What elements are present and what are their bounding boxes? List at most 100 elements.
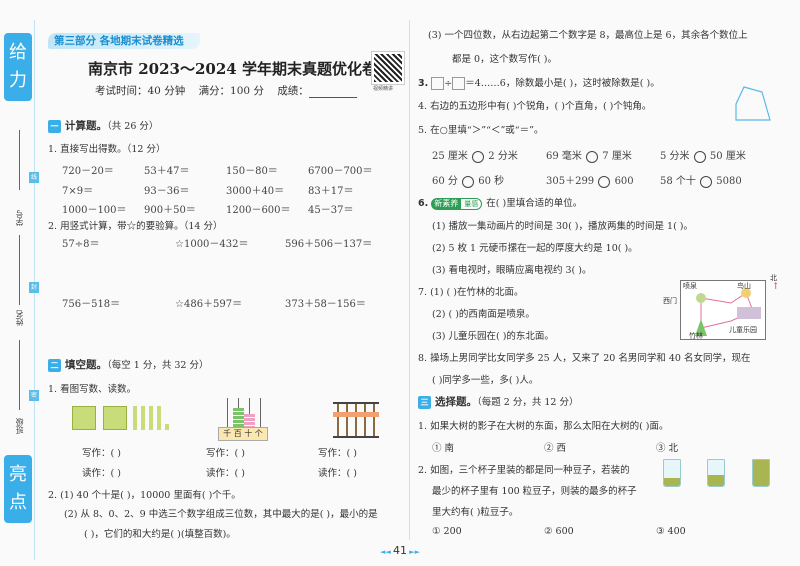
side-tab-top: 给力 [4,33,32,101]
quantity-sense-tag: 量感 [461,198,483,210]
option: ③ 北 [656,443,679,454]
full-score: 满分：100 分 [198,85,264,97]
score-blank [308,88,357,98]
option: ① 南 [432,443,455,454]
question: 都是 0，这个数写作( )。 [452,54,557,65]
section-2-heading: 二填空题。（每空 1 分，共 32 分） [48,357,208,372]
calc-item: 53＋47＝ [144,166,190,177]
calc-item: 7×9＝ [62,185,94,197]
abacus-figure: 千 百 十 个 [218,398,268,441]
question: 里大约有( )粒豆子。 [432,507,519,518]
calc-item: ☆1000－432＝ [175,239,249,250]
chinese-abacus-figure [333,402,379,438]
map-west-gate: 西门 [663,297,677,305]
question: 1. 直接写出得数。（12 分） [48,144,166,155]
question-6: 6. 新素养 量感 在( )里填合适的单位。 [418,198,583,210]
option: ③ 400 [656,526,686,537]
pentagon-figure [735,86,771,121]
question: 2. 如图，三个杯子里装的都是同一种豆子，若装的 [418,465,630,476]
calc-item: 596＋506－137＝ [285,239,373,250]
read-blank: 读作：( ) [318,468,357,479]
cup-full [752,459,770,487]
section-banner: 第三部分 各地期末试卷精选 [48,33,200,49]
cup-small [663,459,681,487]
abacus-place-labels: 千 百 十 个 [218,427,268,441]
literacy-tag: 新素养 [431,198,462,210]
option: ② 600 [544,526,574,537]
question-3: 3. ÷ ＝4……6，除数最小是( )，这时被除数是( )。 [418,77,660,90]
question: (2) ( )的西南面是喷泉。 [432,309,535,320]
compare-circle[interactable] [700,175,713,188]
name-label: 姓名 [15,310,24,326]
page-number: ◄◄ 41 ►► [380,544,420,557]
qr-code[interactable] [371,51,405,85]
option: ② 西 [544,443,567,454]
question: (3) 看电视时，眼睛应离电视约 3( )。 [432,265,592,276]
seal-mark: 封 [29,282,39,293]
question: (1) 播放一集动画片的时间是 30( )，播放两集的时间是 1( )。 [432,221,694,232]
question: (2) 5 枚 1 元硬币摞在一起的厚度大约是 10( )。 [432,243,638,254]
compare-item: 58 个十 5080 [660,175,742,188]
class-label: 班级 [15,418,24,434]
map-bird-hill: 鸟山 [737,282,751,290]
blank-line [19,340,20,410]
base-ten-blocks-figure [72,406,169,433]
compare-circle[interactable] [693,150,706,163]
write-blank: 写作：( ) [318,448,357,459]
compare-circle[interactable] [462,175,475,188]
calc-item: ☆486＋597＝ [175,299,243,310]
cup-medium [707,459,725,487]
compare-circle[interactable] [472,150,485,163]
compare-item: 5 分米 50 厘米 [660,150,746,163]
calc-item: 93－36＝ [144,185,190,197]
map-playground: 儿童乐园 [729,326,757,334]
exam-info: 考试时间：40 分钟 满分：100 分 成绩： [95,83,357,98]
section-1-heading: 一计算题。（共 26 分） [48,118,158,133]
student-id-label: 学号 [15,210,24,226]
qr-label: 视频精讲 [373,86,394,92]
calc-item: 57÷8＝ [62,239,100,250]
side-tab-bottom: 亮点 [4,455,32,523]
question: 7. (1) ( )在竹林的北面。 [418,287,524,298]
page-title: 南京市 2023～2024 学年期末真题优化卷(一) [88,60,407,78]
question: 5. 在○里填“＞”“＜”或“＝”。 [418,125,544,136]
north-arrow-icon: ↑ [772,282,780,292]
read-blank: 读作：( ) [206,468,245,479]
map-fountain: 喷泉 [683,282,697,290]
compare-item: 305＋299 600 [546,175,634,188]
calc-item: 720－20＝ [62,166,114,177]
question: 最少的杯子里有 100 粒豆子，则装的最多的杯子 [432,486,637,497]
calc-item: 1000－100＝ [62,205,127,216]
page-divider [409,20,410,540]
write-blank: 写作：( ) [206,448,245,459]
seal-mark: 线 [29,172,39,183]
blank-box[interactable] [452,77,466,90]
compare-circle[interactable] [586,150,599,163]
compare-circle[interactable] [598,175,611,188]
calc-item: 83＋17＝ [308,185,354,197]
question: 4. 右边的五边形中有( )个锐角，( )个直角，( )个钝角。 [418,101,652,112]
option: ① 200 [432,526,462,537]
blank-box[interactable] [431,77,445,90]
write-blank: 写作：( ) [82,448,121,459]
question: (3) 一个四位数，从右边起第二个数字是 8，最高位上是 6，其余各个数位上 [428,30,748,41]
calc-item: 373＋58－156＝ [285,299,366,310]
calc-item: 900＋50＝ [144,205,196,216]
question: ( )同学多一些，多( )人。 [432,375,539,386]
calc-item: 45－37＝ [308,205,354,216]
calc-item: 3000＋40＝ [226,185,285,197]
read-blank: 读作：( ) [82,468,121,479]
question: ( )，它们的和大约是( )(填整百数)。 [84,529,236,540]
map-bamboo: 竹林 [689,332,703,340]
question: (2) 从 8、0、2、9 中选三个数字组成三位数，其中最大的是( )，最小的是 [64,509,378,520]
question: 1. 看图写数、读数。 [48,384,137,395]
score-label: 成绩： [277,85,309,97]
question: 2. (1) 40 个十是( )，10000 里面有( )个千。 [48,490,241,501]
blank-line [19,235,20,305]
question: 1. 如果大树的影子在大树的东面，那么太阳在大树的( )面。 [418,421,669,432]
compare-item: 60 分 60 秒 [432,175,505,188]
seal-mark: 密 [29,390,39,401]
question: 2. 用竖式计算，带☆的要验算。（14 分） [48,221,223,232]
calc-item: 756－518＝ [62,299,121,310]
exam-time: 考试时间：40 分钟 [95,85,186,97]
